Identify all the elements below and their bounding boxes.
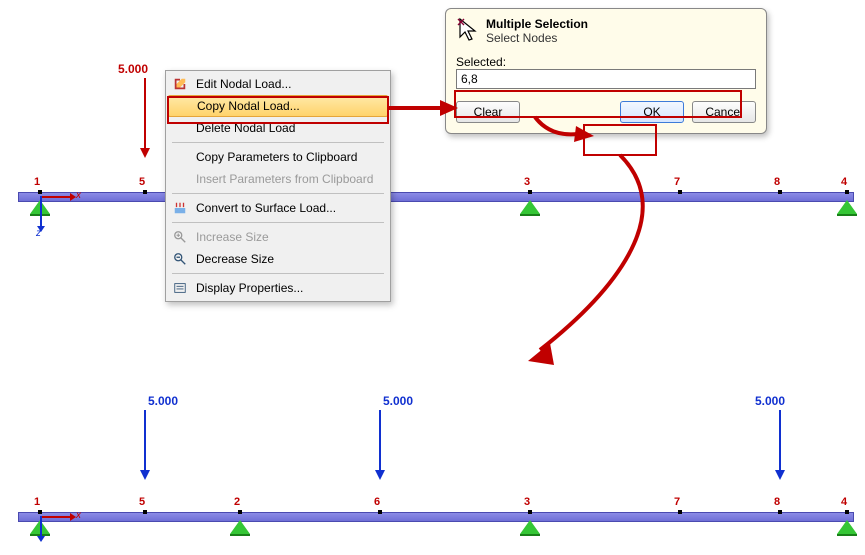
load-value: 5.000 xyxy=(148,394,178,408)
ctx-separator xyxy=(172,142,384,143)
axis-z-label: z xyxy=(36,228,41,239)
node-label: 4 xyxy=(841,496,847,508)
node-dot xyxy=(678,510,682,514)
node-label: 1 xyxy=(34,176,40,188)
support-icon xyxy=(837,520,857,534)
blank-icon xyxy=(171,96,191,116)
ok-button[interactable]: OK xyxy=(620,101,684,123)
increase-icon xyxy=(170,227,190,247)
blank-icon xyxy=(170,118,190,138)
node-label: 3 xyxy=(524,176,530,188)
ctx-copy-nodal-load[interactable]: Copy Nodal Load... xyxy=(168,95,388,117)
node-label: 2 xyxy=(234,496,240,508)
node-dot xyxy=(528,510,532,514)
node-dot xyxy=(143,190,147,194)
node-label: 5 xyxy=(139,176,145,188)
ctx-label: Copy Parameters to Clipboard xyxy=(196,150,382,164)
load-value: 5.000 xyxy=(755,394,785,408)
dialog-title: Multiple Selection xyxy=(486,17,588,31)
ctx-label: Edit Nodal Load... xyxy=(196,77,382,91)
ctx-insert-params: Insert Parameters from Clipboard xyxy=(168,168,388,190)
ctx-delete-nodal-load[interactable]: Delete Nodal Load xyxy=(168,117,388,139)
dialog-subtitle: Select Nodes xyxy=(486,31,588,45)
display-props-icon xyxy=(170,278,190,298)
edit-load-icon xyxy=(170,74,190,94)
ctx-label: Increase Size xyxy=(196,230,382,244)
blank-icon xyxy=(170,169,190,189)
node-label: 3 xyxy=(524,496,530,508)
ctx-label: Copy Nodal Load... xyxy=(197,99,381,113)
ctx-label: Convert to Surface Load... xyxy=(196,201,382,215)
node-label: 7 xyxy=(674,496,680,508)
ctx-label: Display Properties... xyxy=(196,281,382,295)
selected-label: Selected: xyxy=(456,55,756,69)
node-dot xyxy=(378,510,382,514)
ctx-separator xyxy=(172,193,384,194)
axis-x-label: x xyxy=(76,510,81,521)
node-dot xyxy=(678,190,682,194)
ctx-convert-surface-load[interactable]: Convert to Surface Load... xyxy=(168,197,388,219)
multiple-selection-dialog[interactable]: Multiple Selection Select Nodes Selected… xyxy=(445,8,767,134)
canvas: 1 5 3 7 8 4 x z 5.000 Edit Nodal Load...… xyxy=(0,0,865,555)
ctx-label: Delete Nodal Load xyxy=(196,121,382,135)
node-dot xyxy=(38,510,42,514)
node-dot xyxy=(238,510,242,514)
node-dot xyxy=(778,190,782,194)
support-icon xyxy=(520,520,540,534)
node-dot xyxy=(38,190,42,194)
node-label: 8 xyxy=(774,496,780,508)
cursor-icon xyxy=(456,17,480,45)
node-label: 6 xyxy=(374,496,380,508)
node-label: 1 xyxy=(34,496,40,508)
selected-input[interactable] xyxy=(456,69,756,89)
load-value: 5.000 xyxy=(383,394,413,408)
node-dot xyxy=(143,510,147,514)
ctx-separator xyxy=(172,222,384,223)
blank-icon xyxy=(170,147,190,167)
convert-icon xyxy=(170,198,190,218)
ctx-copy-params[interactable]: Copy Parameters to Clipboard xyxy=(168,146,388,168)
context-menu[interactable]: Edit Nodal Load... Copy Nodal Load... De… xyxy=(165,70,391,302)
annotation-arrow-icon xyxy=(500,155,700,378)
node-label: 5 xyxy=(139,496,145,508)
ctx-display-properties[interactable]: Display Properties... xyxy=(168,277,388,299)
ctx-edit-nodal-load[interactable]: Edit Nodal Load... xyxy=(168,73,388,95)
ctx-decrease-size[interactable]: Decrease Size xyxy=(168,248,388,270)
ctx-increase-size: Increase Size xyxy=(168,226,388,248)
node-dot xyxy=(528,190,532,194)
ctx-separator xyxy=(172,273,384,274)
clear-button[interactable]: Clear xyxy=(456,101,520,123)
node-label: 8 xyxy=(774,176,780,188)
ctx-label: Decrease Size xyxy=(196,252,382,266)
cancel-button[interactable]: Cancel xyxy=(692,101,756,123)
node-label: 4 xyxy=(841,176,847,188)
node-dot xyxy=(845,190,849,194)
node-dot xyxy=(778,510,782,514)
support-icon xyxy=(837,200,857,214)
decrease-icon xyxy=(170,249,190,269)
node-dot xyxy=(845,510,849,514)
axis-x-label: x xyxy=(76,190,81,201)
support-icon xyxy=(230,520,250,534)
ctx-label: Insert Parameters from Clipboard xyxy=(196,172,382,186)
support-icon xyxy=(520,200,540,214)
node-label: 7 xyxy=(674,176,680,188)
load-value: 5.000 xyxy=(118,62,148,76)
